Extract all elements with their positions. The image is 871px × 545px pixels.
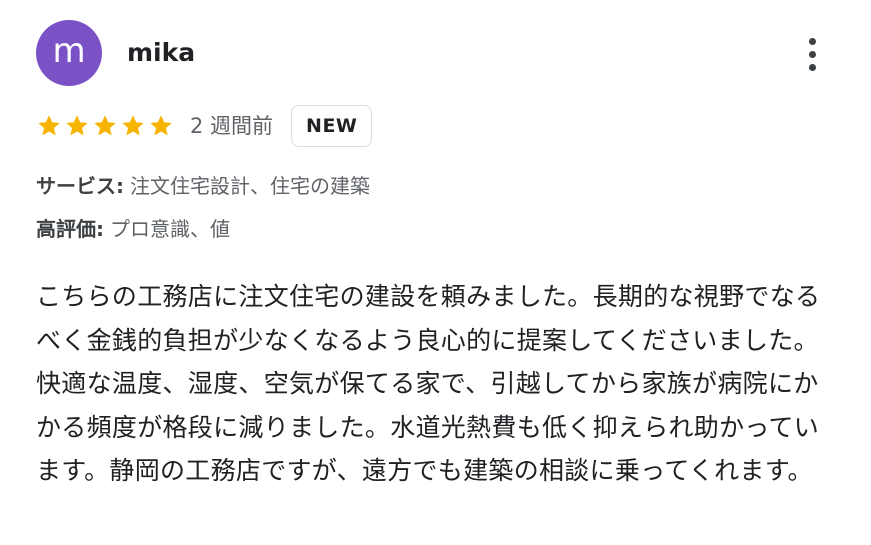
service-value: 注文住宅設計、住宅の建築 [130, 174, 370, 198]
more-vert-icon-dot [808, 63, 816, 71]
reviewer-name[interactable]: mika [127, 36, 195, 70]
star-icon [94, 115, 116, 136]
star-icon [150, 115, 172, 136]
review-time: 2 週間前 [190, 113, 274, 138]
more-options-button[interactable] [794, 30, 830, 78]
service-label: サービス: [36, 174, 124, 198]
highlight-value: プロ意識、値 [110, 217, 230, 241]
more-vert-icon [808, 37, 816, 45]
avatar[interactable]: m [36, 20, 102, 86]
star-icon [38, 115, 60, 136]
new-badge: NEW [291, 105, 373, 147]
star-rating [36, 113, 174, 139]
review-text: こちらの工務店に注文住宅の建設を頼みました。長期的な視野でなるべく金銭的負担が少… [36, 282, 821, 485]
highlight-label: 高評価: [36, 217, 104, 241]
service-attribute: サービス: 注文住宅設計、住宅の建築 [36, 171, 370, 201]
highlight-attribute: 高評価: プロ意識、値 [36, 214, 230, 244]
avatar-letter: m [52, 31, 86, 71]
rating-row: 2 週間前 NEW [36, 104, 373, 148]
star-icon [122, 115, 144, 136]
star-icon [66, 115, 88, 136]
more-vert-icon-dot [808, 50, 816, 58]
